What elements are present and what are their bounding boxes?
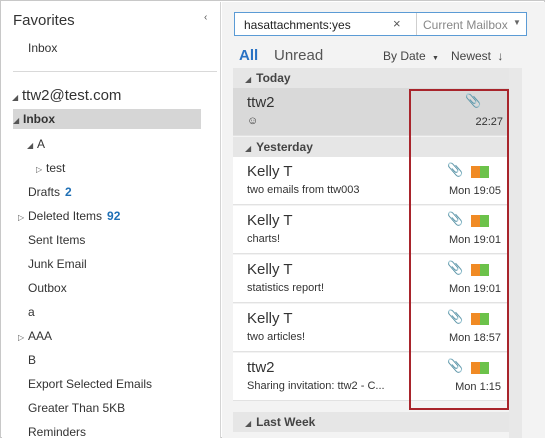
expand-triangle-icon[interactable]: ◢ xyxy=(13,111,23,131)
pane-divider xyxy=(13,71,217,72)
group-header-today[interactable]: ◢ Today xyxy=(233,68,509,88)
collapse-pane-icon[interactable]: ‹ xyxy=(204,12,207,23)
group-label: Yesterday xyxy=(256,140,313,154)
chevron-down-icon[interactable]: ▼ xyxy=(513,18,521,27)
folder-deleted-items[interactable]: ▷ Deleted Items 92 xyxy=(18,206,120,226)
clear-search-icon[interactable]: × xyxy=(393,16,401,31)
account-header[interactable]: ◢ ttw2@test.com xyxy=(12,87,121,104)
group-label: Today xyxy=(256,71,291,85)
mail-subject: ☺ xyxy=(247,115,259,127)
folder-label: Deleted Items xyxy=(28,209,103,223)
folder-label: Drafts xyxy=(28,185,61,199)
folder-inbox[interactable]: ◢ Inbox xyxy=(13,109,201,129)
message-list-pane: hasattachments:yes × Current Mailbox ▼ A… xyxy=(222,2,545,438)
folder-pane: Favorites ‹ Inbox ◢ ttw2@test.com ◢ Inbox … xyxy=(2,2,221,438)
mail-sender: Kelly T xyxy=(247,261,293,278)
folder-export-selected-emails[interactable]: Export Selected Emails xyxy=(28,374,152,394)
vertical-scrollbar[interactable] xyxy=(509,68,522,438)
mail-subject: two articles! xyxy=(247,331,306,343)
mail-sender: Kelly T xyxy=(247,212,293,229)
expand-triangle-icon: ◢ xyxy=(12,93,19,102)
folder-a-lower[interactable]: a xyxy=(28,302,35,322)
folder-reminders[interactable]: Reminders xyxy=(28,422,86,438)
mail-subject: charts! xyxy=(247,233,281,245)
folder-test[interactable]: ▷ test xyxy=(36,158,65,178)
folder-label: AAA xyxy=(28,329,53,343)
folder-a[interactable]: ◢ A xyxy=(27,134,45,154)
mail-sender: Kelly T xyxy=(247,310,293,327)
mail-sender: ttw2 xyxy=(247,94,275,111)
folder-outbox[interactable]: Outbox xyxy=(28,278,67,298)
collapse-triangle-icon: ◢ xyxy=(245,75,252,84)
folder-b[interactable]: B xyxy=(28,350,36,370)
mail-sender: Kelly T xyxy=(247,163,293,180)
outlook-window: Favorites ‹ Inbox ◢ ttw2@test.com ◢ Inbox … xyxy=(0,0,545,438)
group-label: Last Week xyxy=(256,415,316,429)
collapsed-triangle-icon[interactable]: ▷ xyxy=(36,160,46,180)
folder-greater-than-5kb[interactable]: Greater Than 5KB xyxy=(28,398,125,418)
folder-label: test xyxy=(46,161,66,175)
sort-by-label: By Date xyxy=(383,49,426,63)
group-header-last-week[interactable]: ◢ Last Week xyxy=(233,412,509,432)
mail-subject: Sharing invitation: ttw2 - C... xyxy=(247,380,385,392)
sort-by-dropdown[interactable]: By Date ▼ xyxy=(383,49,439,63)
unread-count: 2 xyxy=(65,185,72,199)
collapse-triangle-icon: ◢ xyxy=(245,144,252,153)
favorite-inbox[interactable]: Inbox xyxy=(28,38,57,58)
highlight-annotation-box xyxy=(409,89,509,410)
mail-subject: two emails from ttw003 xyxy=(247,184,360,196)
mail-subject: statistics report! xyxy=(247,282,325,294)
collapsed-triangle-icon[interactable]: ▷ xyxy=(18,328,28,348)
folder-aaa[interactable]: ▷ AAA xyxy=(18,326,52,346)
chevron-down-icon: ▼ xyxy=(432,55,439,62)
search-scope-dropdown[interactable]: Current Mailbox xyxy=(423,18,508,32)
mail-sender: ttw2 xyxy=(247,359,275,376)
account-name: ttw2@test.com xyxy=(22,87,122,104)
folder-label: A xyxy=(37,137,46,151)
sort-order-label: Newest xyxy=(451,49,492,63)
arrow-down-icon: ↓ xyxy=(497,49,504,63)
folder-sent-items[interactable]: Sent Items xyxy=(28,230,85,250)
sort-order-toggle[interactable]: Newest ↓ xyxy=(451,49,503,63)
folder-junk-email[interactable]: Junk Email xyxy=(28,254,87,274)
collapse-triangle-icon: ◢ xyxy=(245,419,252,428)
folder-drafts[interactable]: Drafts 2 xyxy=(28,182,72,202)
folder-label: Inbox xyxy=(23,112,55,126)
filter-unread-tab[interactable]: Unread xyxy=(274,47,323,64)
search-input[interactable]: hasattachments:yes xyxy=(244,18,351,32)
filter-all-tab[interactable]: All xyxy=(239,47,258,64)
expand-triangle-icon[interactable]: ◢ xyxy=(27,136,37,156)
search-separator xyxy=(416,13,417,35)
collapsed-triangle-icon[interactable]: ▷ xyxy=(18,208,28,228)
search-box[interactable]: hasattachments:yes × Current Mailbox ▼ xyxy=(234,12,527,36)
unread-count: 92 xyxy=(107,209,121,223)
favorites-header[interactable]: Favorites xyxy=(13,12,75,29)
